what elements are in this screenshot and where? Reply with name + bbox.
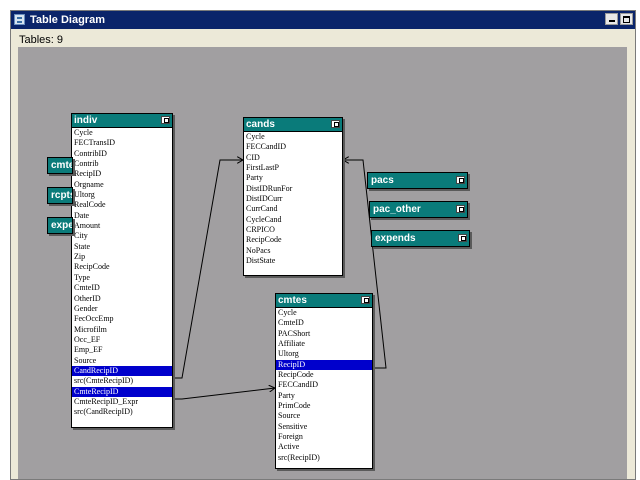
collapsed-table-cmte[interactable]: cmte [47,157,73,174]
collapsed-table-expends[interactable]: expends [371,230,470,247]
field-type[interactable]: Type [72,273,172,283]
collapsed-table-rcpts[interactable]: rcpts [47,187,73,204]
restore-icon[interactable] [456,176,465,184]
collapsed-table-pacs[interactable]: pacs [367,172,468,189]
field-candrecipid[interactable]: CandRecipID [72,365,172,377]
field-foreign[interactable]: Foreign [276,432,372,442]
field-recipid[interactable]: RecipID [276,359,372,371]
field-pacshort[interactable]: PACShort [276,329,372,339]
table-cmtes-fields: Cycle CmteID PACShort Affiliate Ultorg RecipI… [276,307,372,463]
field-party[interactable]: Party [244,173,342,183]
field-source[interactable]: Source [72,356,172,366]
field-distidcurr[interactable]: DistIDCurr [244,194,342,204]
field-recipcode[interactable]: RecipCode [72,262,172,272]
field-currcand[interactable]: CurrCand [244,204,342,214]
restore-icon[interactable] [331,120,340,128]
field-src-candrecipid[interactable]: src(CandRecipID) [72,407,172,417]
field-contrib[interactable]: Contrib [72,159,172,169]
table-cands-header[interactable]: cands [244,118,342,131]
field-distidrunfor[interactable]: DistIDRunFor [244,184,342,194]
table-cmtes[interactable]: cmtes Cycle CmteID PACShort Affiliate Ultorg… [275,293,373,469]
collapsed-table-expe[interactable]: expe [47,217,73,234]
field-recipid[interactable]: RecipID [72,169,172,179]
window-title: Table Diagram [30,14,105,26]
field-fecoccemp[interactable]: FecOccEmp [72,314,172,324]
link-indiv-candrecipid-to-cands [173,160,243,379]
restore-icon[interactable] [361,296,370,304]
field-src-recipid[interactable]: src(RecipID) [276,453,372,463]
table-diagram-icon [14,14,25,25]
field-cyclecand[interactable]: CycleCand [244,215,342,225]
pacs-label: pacs [371,175,394,186]
minimize-button[interactable] [605,13,618,25]
field-gender[interactable]: Gender [72,304,172,314]
field-emp-ef[interactable]: Emp_EF [72,345,172,355]
tables-count: Tables: 9 [19,34,64,46]
field-cycle[interactable]: Cycle [72,128,172,138]
restore-icon[interactable] [456,205,465,213]
table-cands[interactable]: cands Cycle FECCandID CID FirstLastP Party Di… [243,117,343,276]
field-cid[interactable]: CID [244,153,342,163]
restore-icon[interactable] [161,116,170,124]
table-indiv-header[interactable]: indiv [72,114,172,127]
field-date[interactable]: Date [72,211,172,221]
field-active[interactable]: Active [276,442,372,452]
field-cmterecipid[interactable]: CmteRecipID [72,386,172,397]
field-contribid[interactable]: ContribID [72,149,172,159]
diagram-canvas[interactable]: indiv Cycle FECTransID ContribID Contrib Rec… [18,47,627,479]
field-cycle[interactable]: Cycle [276,308,372,318]
field-feccandid[interactable]: FECCandID [244,142,342,152]
table-indiv-name: indiv [74,115,98,126]
field-firstlastp[interactable]: FirstLastP [244,163,342,173]
field-ultorg[interactable]: Ultorg [72,190,172,200]
field-crpico[interactable]: CRPICO [244,225,342,235]
expends-label: expends [375,233,416,244]
field-ultorg[interactable]: Ultorg [276,349,372,359]
field-recipcode[interactable]: RecipCode [244,235,342,245]
title-bar[interactable]: Table Diagram [11,11,635,29]
field-cmteid[interactable]: CmteID [72,283,172,293]
field-microfilm[interactable]: Microfilm [72,325,172,335]
field-party[interactable]: Party [276,391,372,401]
field-occ-ef[interactable]: Occ_EF [72,335,172,345]
field-cycle[interactable]: Cycle [244,132,342,142]
field-source[interactable]: Source [276,411,372,421]
field-realcode[interactable]: RealCode [72,200,172,210]
field-orgname[interactable]: Orgname [72,180,172,190]
field-feccandid[interactable]: FECCandID [276,380,372,390]
table-cmtes-name: cmtes [278,295,307,306]
table-cands-name: cands [246,119,275,130]
field-state[interactable]: State [72,242,172,252]
table-indiv-fields: Cycle FECTransID ContribID Contrib RecipID Or… [72,127,172,418]
field-cmterecipid-expr[interactable]: CmteRecipID_Expr [72,397,172,407]
field-zip[interactable]: Zip [72,252,172,262]
field-recipcode[interactable]: RecipCode [276,370,372,380]
table-diagram-window: Table Diagram Tables: 9 indiv Cycle FECTr… [10,10,636,480]
pac-other-label: pac_other [373,204,421,215]
field-sensitive[interactable]: Sensitive [276,422,372,432]
restore-icon[interactable] [458,234,467,242]
maximize-button[interactable] [620,13,633,25]
field-nopacs[interactable]: NoPacs [244,246,342,256]
table-indiv[interactable]: indiv Cycle FECTransID ContribID Contrib Rec… [71,113,173,428]
field-diststate[interactable]: DistState [244,256,342,266]
field-amount[interactable]: Amount [72,221,172,231]
field-otherid[interactable]: OtherID [72,294,172,304]
table-cands-fields: Cycle FECCandID CID FirstLastP Party DistIDRu… [244,131,342,266]
field-cmteid[interactable]: CmteID [276,318,372,328]
field-primcode[interactable]: PrimCode [276,401,372,411]
table-cmtes-header[interactable]: cmtes [276,294,372,307]
field-city[interactable]: City [72,231,172,241]
collapsed-table-pac-other[interactable]: pac_other [369,201,468,218]
field-fectransid[interactable]: FECTransID [72,138,172,148]
field-affiliate[interactable]: Affiliate [276,339,372,349]
link-indiv-cmterecipid-to-cmtes [173,388,275,400]
field-src-cmterecipid[interactable]: src(CmteRecipID) [72,376,172,386]
